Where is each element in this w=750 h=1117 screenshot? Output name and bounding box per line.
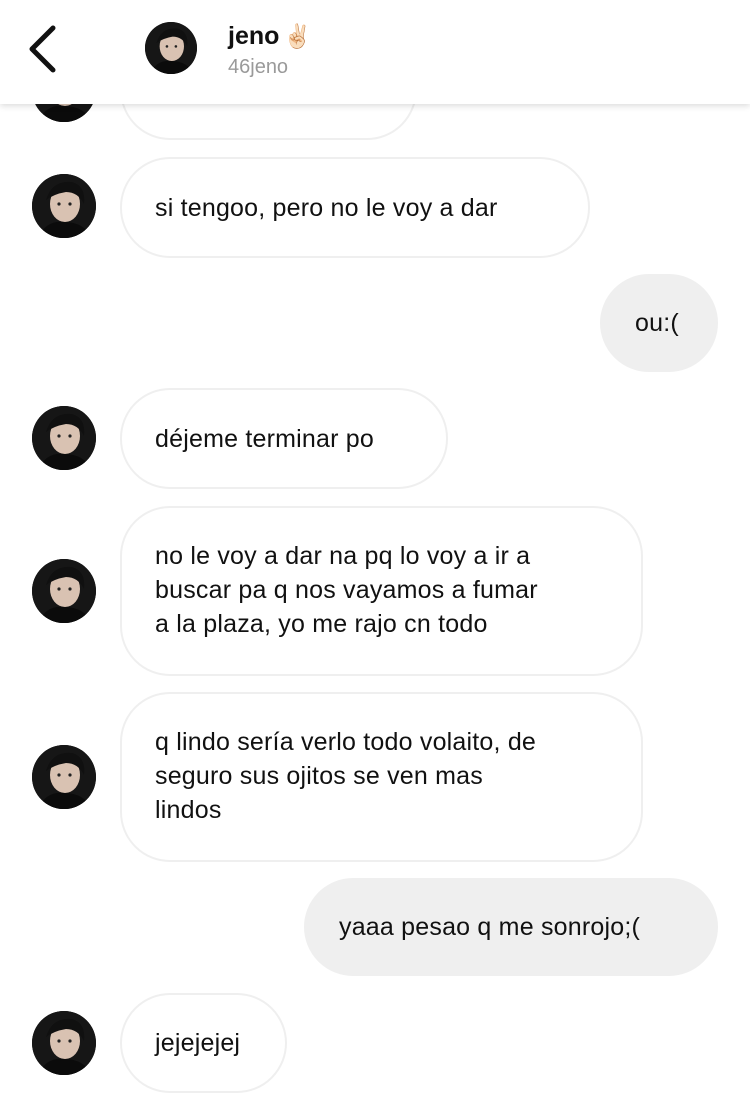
profile-avatar[interactable] [145, 22, 197, 74]
message-line: lindos [155, 796, 222, 824]
back-button[interactable] [22, 22, 66, 76]
contact-name-text: jeno [228, 22, 280, 50]
message-text: jejejejej [155, 1029, 241, 1057]
avatar[interactable] [32, 559, 96, 623]
avatar[interactable] [32, 406, 96, 470]
message-line: a la plaza, yo me rajo cn todo [155, 610, 488, 638]
victory-hand-emoji-icon: ✌🏻 [283, 23, 313, 49]
avatar[interactable] [32, 1011, 96, 1075]
message-bubble-outgoing[interactable]: ou:( [600, 274, 718, 372]
message-text: ou:( [635, 309, 679, 337]
message-bubble-incoming[interactable]: no le voy a dar na pq lo voy a ir a busc… [120, 506, 643, 676]
message-line: no le voy a dar na pq lo voy a ir a [155, 542, 531, 570]
message-bubble-incoming[interactable]: si tengoo, pero no le voy a dar [120, 157, 590, 258]
message-thread[interactable]: si tengoo, pero no le voy a dar ou:( déj… [0, 0, 750, 1117]
message-bubble-incoming[interactable]: jejejejej [120, 993, 287, 1093]
avatar[interactable] [32, 174, 96, 238]
message-text: déjeme terminar po [155, 424, 374, 453]
message-bubble-incoming[interactable]: déjeme terminar po [120, 388, 448, 489]
avatar[interactable] [32, 745, 96, 809]
message-bubble-incoming[interactable]: q lindo sería verlo todo volaito, de seg… [120, 692, 643, 862]
chevron-left-icon [22, 22, 66, 76]
message-text: yaaa pesao q me sonrojo;( [339, 913, 641, 941]
message-text: si tengoo, pero no le voy a dar [155, 193, 498, 222]
chat-header: jeno ✌🏻 46jeno [0, 0, 750, 104]
message-line: q lindo sería verlo todo volaito, de [155, 728, 537, 756]
contact-name[interactable]: jeno ✌🏻 [228, 22, 312, 51]
contact-username: 46jeno [228, 56, 289, 78]
message-line: seguro sus ojitos se ven mas [155, 762, 483, 790]
message-bubble-outgoing[interactable]: yaaa pesao q me sonrojo;( [304, 878, 718, 976]
message-line: buscar pa q nos vayamos a fumar [155, 576, 538, 604]
